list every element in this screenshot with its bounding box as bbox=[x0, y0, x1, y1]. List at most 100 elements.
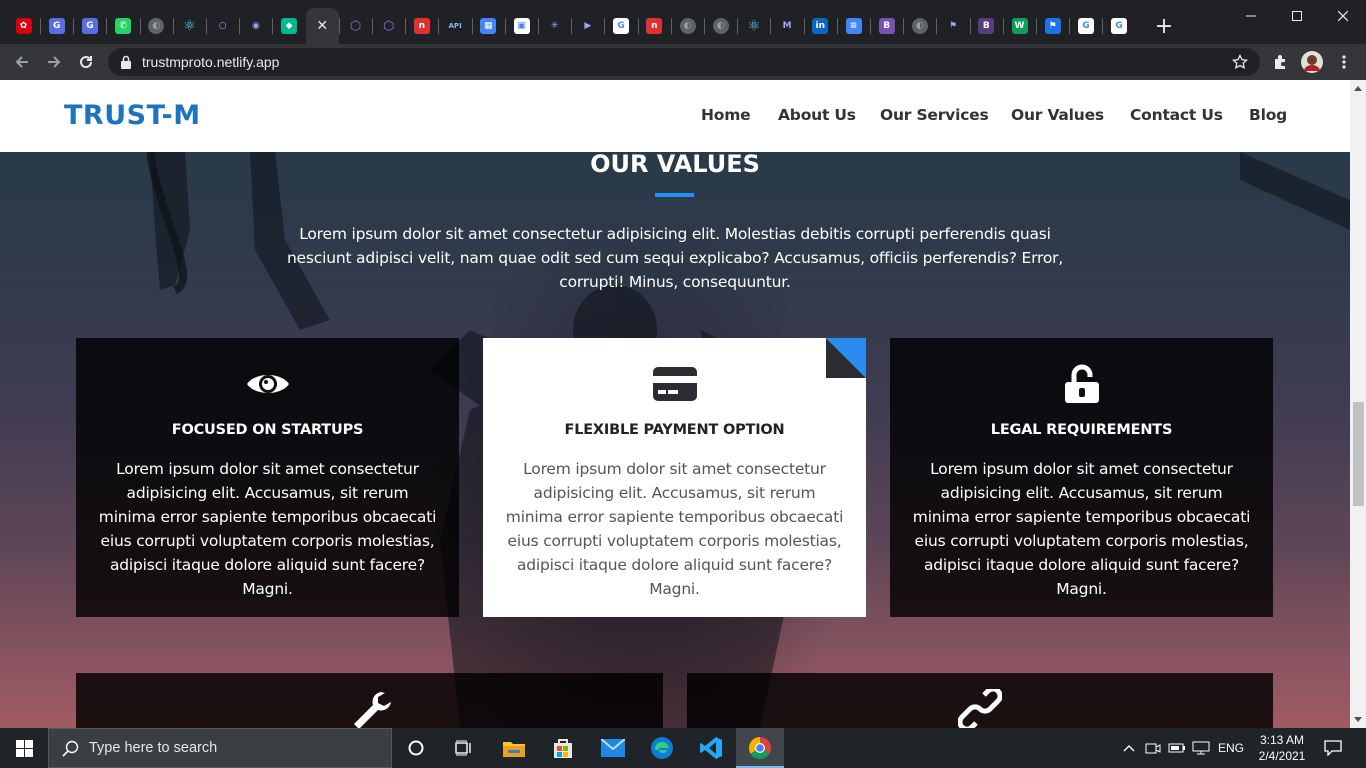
scrollbar-thumb[interactable] bbox=[1353, 402, 1364, 506]
extensions-button[interactable] bbox=[1266, 48, 1294, 76]
browser-tab[interactable]: ✿ bbox=[7, 9, 40, 43]
star-icon[interactable] bbox=[1232, 54, 1248, 70]
browser-tab[interactable]: G bbox=[40, 9, 73, 43]
nav-blog[interactable]: Blog bbox=[1249, 106, 1287, 124]
value-card-legal: LEGAL REQUIREMENTS Lorem ipsum dolor sit… bbox=[890, 338, 1273, 617]
browser-tab[interactable]: ◐ bbox=[671, 9, 704, 43]
browser-tab[interactable]: G bbox=[73, 9, 106, 43]
tray-battery[interactable] bbox=[1166, 728, 1188, 768]
unlock-icon bbox=[1064, 364, 1099, 403]
calendar-icon: ▦ bbox=[480, 18, 497, 34]
search-placeholder: Type here to search bbox=[89, 740, 218, 756]
nav-home[interactable]: Home bbox=[701, 106, 751, 124]
url-text: trustmproto.netlify.app bbox=[142, 54, 280, 70]
web-page: TRUST-M Home About Us Our Services Our V… bbox=[0, 80, 1350, 728]
chrome-menu-button[interactable] bbox=[1330, 48, 1358, 76]
lock-icon bbox=[121, 55, 131, 69]
tray-clock[interactable]: 3:13 AM 2/4/2021 bbox=[1254, 732, 1310, 764]
taskbar-task-view[interactable] bbox=[440, 728, 488, 768]
chevron-up-icon bbox=[1123, 745, 1135, 752]
browser-tab[interactable]: G bbox=[1103, 9, 1136, 43]
cortana-icon bbox=[408, 740, 424, 756]
browser-tab[interactable]: ≡ bbox=[837, 9, 870, 43]
minimize-button[interactable] bbox=[1228, 0, 1274, 32]
forward-button[interactable] bbox=[40, 48, 68, 76]
browser-tab[interactable]: ⚛ bbox=[173, 9, 206, 43]
tray-language[interactable]: ENG bbox=[1214, 728, 1248, 768]
browser-tab[interactable]: W bbox=[1003, 9, 1036, 43]
taskbar-chrome[interactable] bbox=[736, 728, 784, 768]
taskbar-search-box[interactable]: Type here to search bbox=[48, 728, 392, 768]
browser-tab[interactable]: ✆ bbox=[107, 9, 140, 43]
gmail-icon: M bbox=[779, 18, 796, 34]
github-icon: ◉ bbox=[247, 18, 264, 34]
profile-button[interactable] bbox=[1298, 48, 1326, 76]
browser-tab[interactable]: ◉ bbox=[239, 9, 272, 43]
browser-tab[interactable]: ⬡ bbox=[372, 9, 405, 43]
action-center-button[interactable] bbox=[1318, 728, 1348, 768]
browser-tab[interactable]: ⚑ bbox=[937, 9, 970, 43]
browser-tab[interactable]: G bbox=[605, 9, 638, 43]
browser-tab[interactable]: n bbox=[638, 9, 671, 43]
bootstrap-icon: B bbox=[978, 18, 995, 34]
browser-tab[interactable]: B bbox=[870, 9, 903, 43]
card-title: FOCUSED ON STARTUPS bbox=[171, 422, 364, 438]
browser-tab[interactable]: n bbox=[405, 9, 438, 43]
browser-tab[interactable]: ⬡ bbox=[339, 9, 372, 43]
browser-tab[interactable]: ▦ bbox=[472, 9, 505, 43]
tray-meet-now[interactable] bbox=[1142, 728, 1164, 768]
windows-logo-icon bbox=[15, 739, 33, 757]
scroll-down-button[interactable] bbox=[1350, 712, 1366, 728]
site-logo[interactable]: TRUST-M bbox=[64, 100, 201, 131]
docs-icon: ≡ bbox=[845, 18, 862, 34]
browser-tab[interactable]: ▣ bbox=[505, 9, 538, 43]
taskbar-cortana[interactable] bbox=[392, 728, 440, 768]
api-icon: API bbox=[447, 18, 464, 34]
close-window-button[interactable] bbox=[1320, 0, 1366, 32]
taskbar-store[interactable] bbox=[539, 728, 587, 768]
link-icon bbox=[958, 689, 1002, 728]
browser-tab[interactable]: M bbox=[771, 9, 804, 43]
taskbar-mail[interactable] bbox=[589, 728, 637, 768]
graphql-icon: ⬡ bbox=[380, 18, 397, 34]
address-bar[interactable]: trustmproto.netlify.app bbox=[108, 48, 1260, 76]
browser-tab[interactable]: ⚑ bbox=[1036, 9, 1069, 43]
tray-overflow-button[interactable] bbox=[1118, 728, 1140, 768]
browser-tab[interactable]: ◐ bbox=[704, 9, 737, 43]
nav-about-us[interactable]: About Us bbox=[778, 106, 856, 124]
reload-icon bbox=[80, 56, 93, 69]
tray-network[interactable] bbox=[1190, 728, 1212, 768]
react-icon: ⚛ bbox=[181, 18, 198, 34]
taskbar-file-explorer[interactable] bbox=[490, 728, 538, 768]
reload-button[interactable] bbox=[72, 48, 100, 76]
browser-tab[interactable]: ◐ bbox=[903, 9, 936, 43]
browser-tab[interactable]: ✕ bbox=[305, 8, 339, 44]
maximize-button[interactable] bbox=[1274, 0, 1320, 32]
codesandbox-icon: ▣ bbox=[513, 18, 530, 34]
start-button[interactable] bbox=[0, 728, 48, 768]
search-icon bbox=[62, 740, 79, 757]
taskbar-edge[interactable] bbox=[638, 728, 686, 768]
new-tab-button[interactable]: + bbox=[1152, 14, 1176, 39]
page-scrollbar[interactable] bbox=[1350, 80, 1366, 728]
browser-tab[interactable]: ⚛ bbox=[737, 9, 770, 43]
browser-tab[interactable]: ○ bbox=[206, 9, 239, 43]
taskbar-vscode[interactable] bbox=[687, 728, 735, 768]
nav-contact-us[interactable]: Contact Us bbox=[1130, 106, 1223, 124]
close-icon[interactable]: ✕ bbox=[314, 18, 331, 34]
browser-tab[interactable]: in bbox=[804, 9, 837, 43]
browser-tab[interactable]: G bbox=[1069, 9, 1102, 43]
scroll-up-button[interactable] bbox=[1350, 80, 1366, 96]
nav-our-services[interactable]: Our Services bbox=[880, 106, 989, 124]
browser-tab[interactable]: ✳ bbox=[538, 9, 571, 43]
browser-tab[interactable]: ◐ bbox=[140, 9, 173, 43]
back-button[interactable] bbox=[8, 48, 36, 76]
browser-tab[interactable]: ▶ bbox=[571, 9, 604, 43]
edge-icon bbox=[651, 737, 673, 759]
browser-tab[interactable]: API bbox=[439, 9, 472, 43]
globe-icon: ◐ bbox=[712, 18, 729, 34]
nav-our-values[interactable]: Our Values bbox=[1011, 106, 1104, 124]
browser-tab[interactable]: B bbox=[970, 9, 1003, 43]
title-underline bbox=[655, 193, 694, 197]
browser-tab[interactable]: ◆ bbox=[273, 9, 306, 43]
